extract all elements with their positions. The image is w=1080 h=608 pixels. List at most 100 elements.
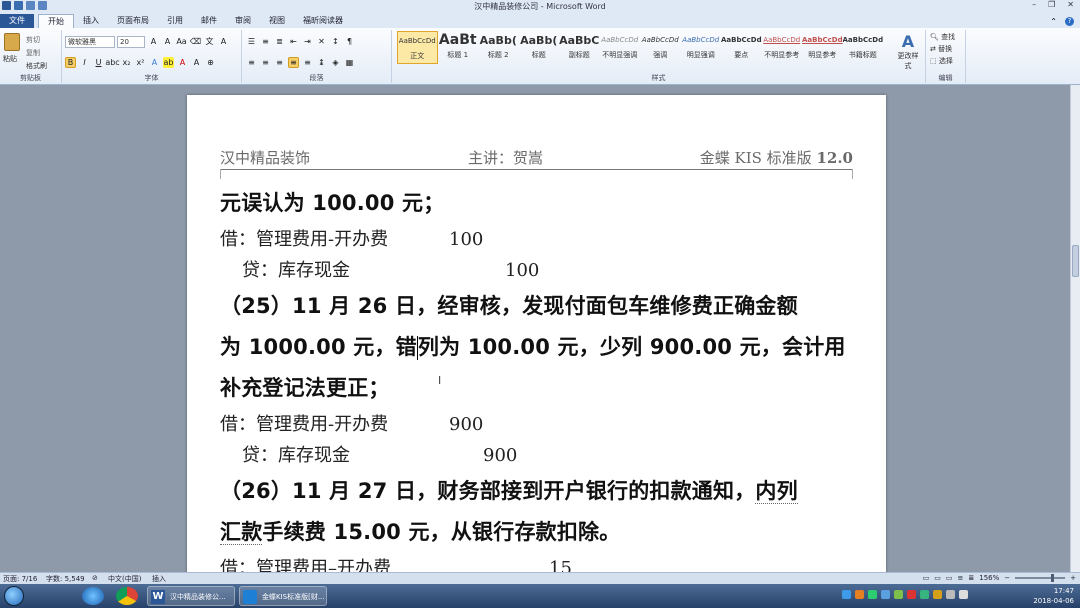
distributed-icon[interactable]: ≡: [302, 57, 313, 68]
tray-app-icon[interactable]: [933, 590, 942, 599]
enclosed-character-icon[interactable]: ⊕: [205, 57, 216, 68]
print-layout-view-icon[interactable]: ▭: [923, 574, 930, 582]
clear-formatting-icon[interactable]: ⌫: [190, 36, 201, 47]
tab-insert[interactable]: 插入: [74, 14, 108, 28]
maximize-button[interactable]: ❐: [1048, 0, 1055, 9]
highlight-icon[interactable]: ab: [163, 57, 174, 68]
style-intense-emphasis[interactable]: AaBbCcDd 明显强调: [681, 31, 722, 64]
tab-home[interactable]: 开始: [38, 14, 74, 28]
tray-app-icon[interactable]: [907, 590, 916, 599]
zoom-level[interactable]: 156%: [979, 574, 999, 582]
zoom-slider[interactable]: [1015, 574, 1066, 582]
borders-icon[interactable]: ▦: [344, 57, 355, 68]
scrollbar-thumb[interactable]: [1072, 245, 1079, 277]
start-button[interactable]: [4, 586, 24, 606]
style-title[interactable]: AaBb(标题: [519, 31, 560, 64]
tab-mailings[interactable]: 邮件: [192, 14, 226, 28]
tab-page-layout[interactable]: 页面布局: [108, 14, 158, 28]
align-center-icon[interactable]: ≡: [260, 57, 271, 68]
text-effects-icon[interactable]: A: [149, 57, 160, 68]
tray-app-icon[interactable]: [881, 590, 890, 599]
word-count[interactable]: 字数: 5,549: [46, 574, 85, 584]
tray-app-icon[interactable]: [855, 590, 864, 599]
format-painter-button[interactable]: 格式刷: [26, 60, 47, 73]
internet-explorer-icon[interactable]: [82, 587, 104, 605]
tab-review[interactable]: 审阅: [226, 14, 260, 28]
style-subtle-reference[interactable]: AaBbCcDd 不明显参考: [762, 31, 803, 64]
zoom-out-icon[interactable]: −: [1004, 574, 1010, 582]
align-right-icon[interactable]: ≡: [274, 57, 285, 68]
find-button[interactable]: 🔍︎ 查找: [930, 31, 955, 43]
page-count[interactable]: 页面: 7/16: [3, 574, 37, 584]
tab-foxit-reader[interactable]: 福昕阅读器: [294, 14, 352, 28]
style-heading-1[interactable]: AaBt 标题 1: [438, 31, 479, 64]
language-indicator[interactable]: 中文(中国): [108, 574, 141, 584]
full-screen-view-icon[interactable]: ▭: [934, 574, 941, 582]
change-styles-button[interactable]: A 更改样式: [895, 32, 921, 71]
underline-icon[interactable]: U: [93, 57, 104, 68]
sort-icon[interactable]: ↕: [330, 36, 341, 47]
shading-icon[interactable]: ◈: [330, 57, 341, 68]
web-layout-view-icon[interactable]: ▭: [946, 574, 953, 582]
network-icon[interactable]: [946, 590, 955, 599]
subscript-icon[interactable]: x₂: [121, 57, 132, 68]
chinese-layout-icon[interactable]: ✕: [316, 36, 327, 47]
cut-button[interactable]: 剪切: [26, 34, 47, 47]
font-size-select[interactable]: 20: [117, 36, 145, 48]
grow-font-icon[interactable]: A: [148, 36, 159, 47]
vertical-scrollbar[interactable]: [1070, 85, 1080, 572]
paste-button[interactable]: 粘贴: [3, 54, 17, 64]
document-page[interactable]: 汉中精品装饰 主讲：贺嵩 金蝶 KIS 标准版 12.0 元误认为 100.00…: [187, 95, 886, 572]
volume-icon[interactable]: [959, 590, 968, 599]
taskbar-kingdee-kis[interactable]: 金蝶KIS标准版[财...: [239, 586, 327, 606]
show-marks-icon[interactable]: ¶: [344, 36, 355, 47]
multilevel-list-icon[interactable]: ≣: [274, 36, 285, 47]
minimize-button[interactable]: –: [1032, 0, 1036, 9]
tab-references[interactable]: 引用: [158, 14, 192, 28]
style-strong[interactable]: AaBbCcDd 要点: [721, 31, 762, 64]
font-color-icon[interactable]: A: [177, 57, 188, 68]
tray-app-icon[interactable]: [868, 590, 877, 599]
close-button[interactable]: ✕: [1067, 0, 1074, 9]
outline-view-icon[interactable]: ≡: [957, 574, 963, 582]
shrink-font-icon[interactable]: A: [162, 36, 173, 47]
spelling-check-icon[interactable]: ⊘: [92, 574, 98, 582]
help-icon[interactable]: ?: [1065, 16, 1074, 26]
zoom-in-icon[interactable]: +: [1070, 574, 1076, 582]
draft-view-icon[interactable]: ≣: [968, 574, 974, 582]
character-border-icon[interactable]: A: [218, 36, 229, 47]
style-book-title[interactable]: AaBbCcDd 书籍标题: [843, 31, 884, 64]
tab-file[interactable]: 文件: [0, 14, 34, 28]
tray-app-icon[interactable]: [894, 590, 903, 599]
numbering-icon[interactable]: ≡: [260, 36, 271, 47]
style-intense-reference[interactable]: AaBbCcDd 明显参考: [802, 31, 843, 64]
character-shading-icon[interactable]: A: [191, 57, 202, 68]
paste-icon[interactable]: [4, 33, 20, 51]
align-left-icon[interactable]: ≡: [246, 57, 257, 68]
tray-app-icon[interactable]: [920, 590, 929, 599]
line-spacing-icon[interactable]: ↨: [316, 57, 327, 68]
style-emphasis[interactable]: AaBbCcDd 强调: [640, 31, 681, 64]
clock[interactable]: 17:47 2018-04-06: [1033, 586, 1074, 606]
style-subtle-emphasis[interactable]: AaBbCcDd 不明显强调: [600, 31, 641, 64]
insert-mode-indicator[interactable]: 插入: [152, 574, 166, 584]
phonetic-guide-icon[interactable]: 文: [204, 36, 215, 47]
increase-indent-icon[interactable]: ⇥: [302, 36, 313, 47]
copy-button[interactable]: 复制: [26, 47, 47, 60]
change-case-icon[interactable]: Aa: [176, 36, 187, 47]
style-normal[interactable]: AaBbCcDd 正文: [397, 31, 438, 64]
tab-view[interactable]: 视图: [260, 14, 294, 28]
replace-button[interactable]: ⇄ 替换: [930, 43, 955, 55]
font-name-select[interactable]: 微软雅黑: [65, 36, 115, 48]
style-heading-2[interactable]: AaBb(标题 2: [478, 31, 519, 64]
select-button[interactable]: ⬚ 选择: [930, 55, 955, 67]
bullets-icon[interactable]: ☰: [246, 36, 257, 47]
justify-icon[interactable]: ≡: [288, 57, 299, 68]
strikethrough-icon[interactable]: abc: [105, 57, 119, 68]
superscript-icon[interactable]: x²: [135, 57, 146, 68]
italic-icon[interactable]: I: [79, 57, 90, 68]
taskbar-word-document[interactable]: W 汉中精品装修公...: [147, 586, 235, 606]
document-body[interactable]: 元误认为 100.00 元； 借：管理费用-开办费 100 贷：库存现金 100…: [220, 183, 860, 572]
decrease-indent-icon[interactable]: ⇤: [288, 36, 299, 47]
ribbon-collapse-icon[interactable]: ⌃: [1050, 17, 1057, 26]
